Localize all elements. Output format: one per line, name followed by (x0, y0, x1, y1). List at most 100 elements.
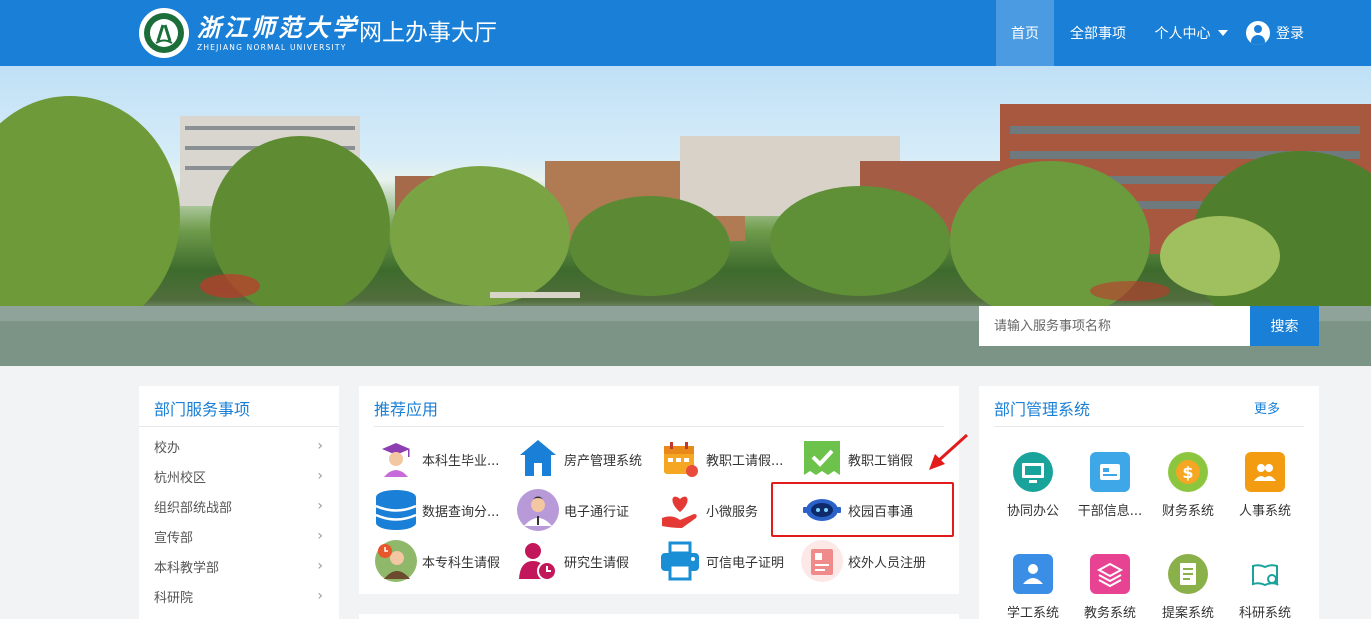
book-search-icon (1245, 554, 1285, 594)
app-label: 校外人员注册 (848, 555, 927, 571)
nav-all-services-label: 全部事项 (1070, 26, 1126, 42)
nav-personal-center-label: 个人中心 (1154, 26, 1211, 42)
app-micro-service[interactable]: 小微服务 (658, 488, 800, 532)
chevron-right-icon: › (317, 498, 323, 514)
chevron-right-icon: › (317, 528, 323, 544)
login-button[interactable]: 登录 (1246, 20, 1304, 46)
app-label: 电子通行证 (564, 504, 630, 520)
app-trusted-certificate[interactable]: 可信电子证明 (658, 539, 800, 583)
caret-down-icon (1217, 30, 1228, 36)
annotation-arrow-icon (929, 433, 969, 470)
app-campus-assistant[interactable]: 校园百事通 (800, 488, 942, 532)
dept-item-label: 杭州校区 (154, 470, 207, 486)
clipboard-icon (1168, 554, 1208, 594)
system-academic-affairs[interactable]: 教务系统 (1070, 554, 1150, 619)
app-staff-leave-cancel[interactable]: 教职工销假 (800, 437, 942, 481)
dept-item-label: 校办 (154, 440, 181, 456)
nav-home[interactable]: 首页 (996, 0, 1054, 66)
system-student-affairs[interactable]: 学工系统 (993, 554, 1073, 619)
graduate-icon (374, 437, 418, 481)
recommended-apps-panel: 推荐应用 本科生毕业... 房产管理系统 教职工请假... 教职工销假 数据查询… (359, 386, 959, 594)
chevron-right-icon: › (317, 468, 323, 484)
svg-text:$: $ (1182, 463, 1193, 482)
house-icon (516, 437, 560, 481)
app-label: 可信电子证明 (706, 555, 785, 571)
nav-personal-center[interactable]: 个人中心 (1146, 0, 1236, 66)
university-logo[interactable]: 浙江师范大学 ZHEJIANG NORMAL UNIVERSITY (139, 8, 359, 58)
dept-item-label: 宣传部 (154, 530, 194, 546)
app-label: 教职工销假 (848, 453, 914, 469)
app-label: 小微服务 (706, 504, 759, 520)
system-label: 提案系统 (1161, 606, 1214, 619)
check-badge-icon (800, 437, 844, 481)
divider (994, 426, 1304, 427)
system-label: 协同办公 (1006, 504, 1059, 519)
search-button[interactable]: 搜索 (1250, 306, 1319, 346)
chevron-right-icon: › (317, 588, 323, 604)
nav-home-label: 首页 (1011, 26, 1039, 42)
dept-item-research[interactable]: 科研院 › (139, 581, 339, 611)
student-icon (1013, 554, 1053, 594)
chevron-right-icon: › (317, 558, 323, 574)
app-label: 校园百事通 (848, 504, 914, 520)
nav-all-services[interactable]: 全部事项 (1058, 0, 1138, 66)
department-services-panel: 部门服务事项 校办 › 杭州校区 › 组织部统战部 › 宣传部 › 本科教学部 › 科研院… (139, 386, 339, 619)
chevron-right-icon: › (317, 438, 323, 454)
app-visitor-registration[interactable]: 校外人员注册 (800, 539, 942, 583)
university-name-cn: 浙江师范大学 (197, 13, 359, 42)
system-collaborative-office[interactable]: 协同办公 (993, 452, 1073, 522)
dept-item-xiaoban[interactable]: 校办 › (139, 431, 339, 461)
divider (374, 426, 944, 427)
search-bar: 搜索 (979, 306, 1319, 346)
top-header: 浙江师范大学 ZHEJIANG NORMAL UNIVERSITY 网上办事大厅… (0, 0, 1371, 66)
person-clock-icon (516, 539, 560, 583)
system-label: 教务系统 (1083, 606, 1136, 619)
app-label: 研究生请假 (564, 555, 630, 571)
app-graduation[interactable]: 本科生毕业... (374, 437, 516, 481)
app-housing[interactable]: 房产管理系统 (516, 437, 658, 481)
system-label: 干部信息... (1077, 504, 1143, 519)
dept-item-label: 组织部统战部 (154, 500, 233, 516)
university-name-en: ZHEJIANG NORMAL UNIVERSITY (197, 43, 347, 52)
folder-icon (1090, 452, 1130, 492)
search-input[interactable] (979, 306, 1250, 346)
system-research[interactable]: 科研系统 (1225, 554, 1305, 619)
system-personnel[interactable]: 人事系统 (1225, 452, 1305, 522)
app-staff-leave[interactable]: 教职工请假... (658, 437, 800, 481)
person-icon (516, 488, 560, 532)
more-link[interactable]: 更多 (1254, 398, 1280, 417)
app-label: 本科生毕业... (422, 453, 500, 469)
divider (139, 426, 339, 427)
campus-banner: 搜索 (0, 66, 1371, 366)
robot-icon (800, 488, 844, 532)
app-label: 本专科生请假 (422, 555, 501, 571)
dept-item-label: 本科教学部 (154, 560, 220, 576)
recommended-apps-title: 推荐应用 (374, 400, 439, 419)
app-undergrad-leave[interactable]: 本专科生请假 (374, 539, 516, 583)
login-label: 登录 (1276, 26, 1304, 42)
id-card-icon (800, 539, 844, 583)
app-label: 教职工请假... (706, 453, 784, 469)
student-clock-icon (374, 539, 418, 583)
app-data-query[interactable]: 数据查询分... (374, 488, 516, 532)
printer-icon (658, 539, 702, 583)
layers-icon (1090, 554, 1130, 594)
dept-item-undergrad-teaching[interactable]: 本科教学部 › (139, 551, 339, 581)
dept-item-publicity[interactable]: 宣传部 › (139, 521, 339, 551)
management-systems-panel: 部门管理系统 更多 协同办公 干部信息... $ 财务系统 人事系统 学工系统 (979, 386, 1319, 619)
dept-item-label: 科研院 (154, 590, 194, 606)
app-label: 房产管理系统 (564, 453, 643, 469)
app-grad-leave[interactable]: 研究生请假 (516, 539, 658, 583)
management-systems-title: 部门管理系统 (994, 400, 1091, 419)
lower-panel (359, 614, 959, 619)
people-icon (1245, 452, 1285, 492)
system-cadre-info[interactable]: 干部信息... (1070, 452, 1150, 522)
user-icon (1246, 21, 1270, 45)
dept-item-hangzhou-campus[interactable]: 杭州校区 › (139, 461, 339, 491)
system-proposal[interactable]: 提案系统 (1148, 554, 1228, 619)
calendar-icon (658, 437, 702, 481)
dept-item-organization[interactable]: 组织部统战部 › (139, 491, 339, 521)
heart-hand-icon (658, 488, 702, 532)
system-finance[interactable]: $ 财务系统 (1148, 452, 1228, 522)
app-e-pass[interactable]: 电子通行证 (516, 488, 658, 532)
